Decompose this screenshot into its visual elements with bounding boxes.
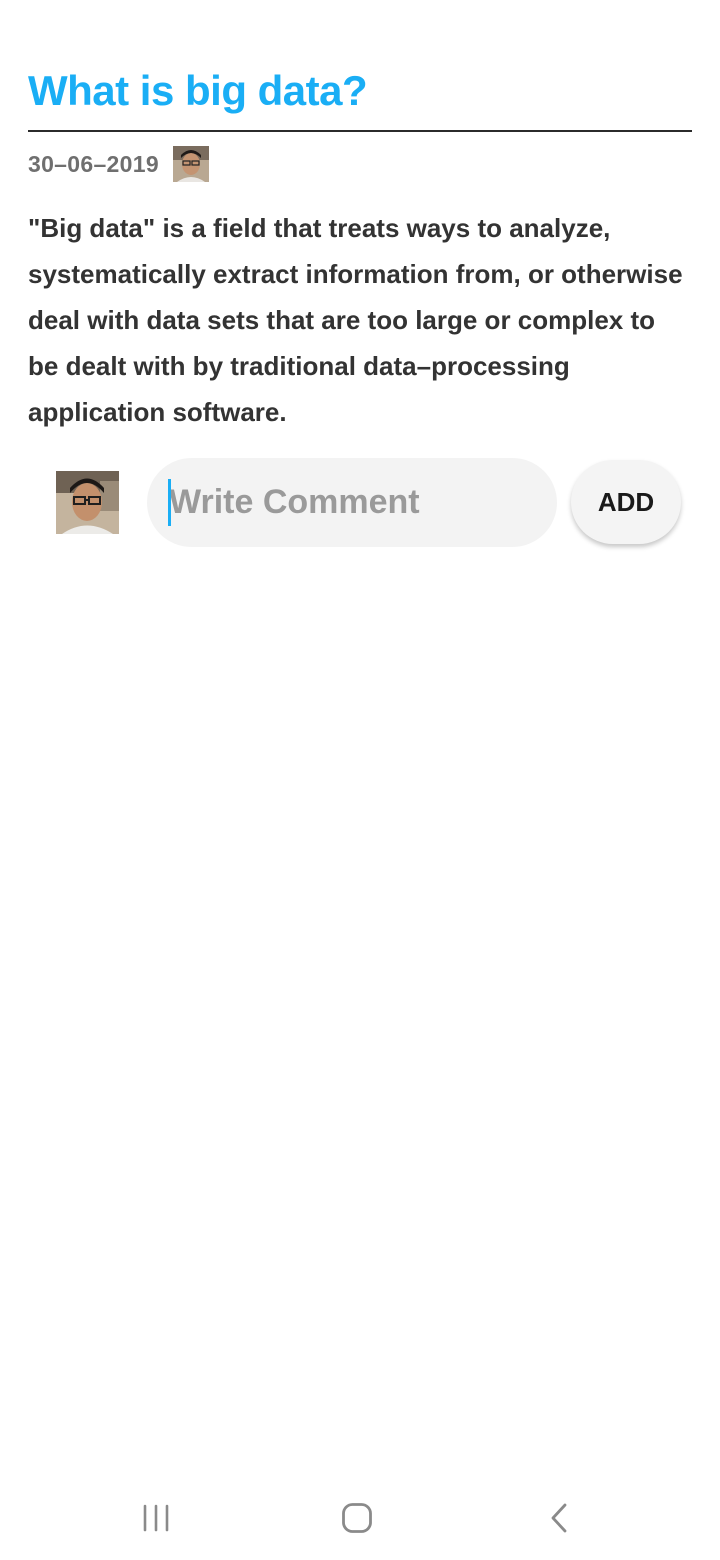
back-icon [551, 1503, 567, 1533]
home-button[interactable] [317, 1490, 397, 1546]
system-navigation-bar [0, 1476, 720, 1560]
recent-apps-button[interactable] [116, 1490, 196, 1546]
back-button[interactable] [519, 1490, 599, 1546]
comment-input[interactable] [169, 458, 539, 547]
post-date: 30–06–2019 [28, 150, 159, 177]
text-cursor [168, 479, 171, 526]
comment-composer: ADD [0, 458, 720, 548]
add-comment-button[interactable]: ADD [571, 460, 681, 544]
author-avatar[interactable] [172, 146, 209, 182]
title-divider [28, 130, 692, 132]
post-meta: 30–06–2019 [28, 146, 209, 182]
recent-apps-icon [143, 1504, 169, 1532]
post-body: "Big data" is a field that treats ways t… [28, 213, 683, 427]
home-icon [342, 1503, 372, 1533]
comment-input-container[interactable] [147, 458, 557, 547]
post-detail-screen: What is big data? 30–06–2019 "Big data" … [0, 0, 720, 1560]
user-avatar[interactable] [56, 471, 119, 534]
post-title: What is big data? [28, 67, 368, 114]
